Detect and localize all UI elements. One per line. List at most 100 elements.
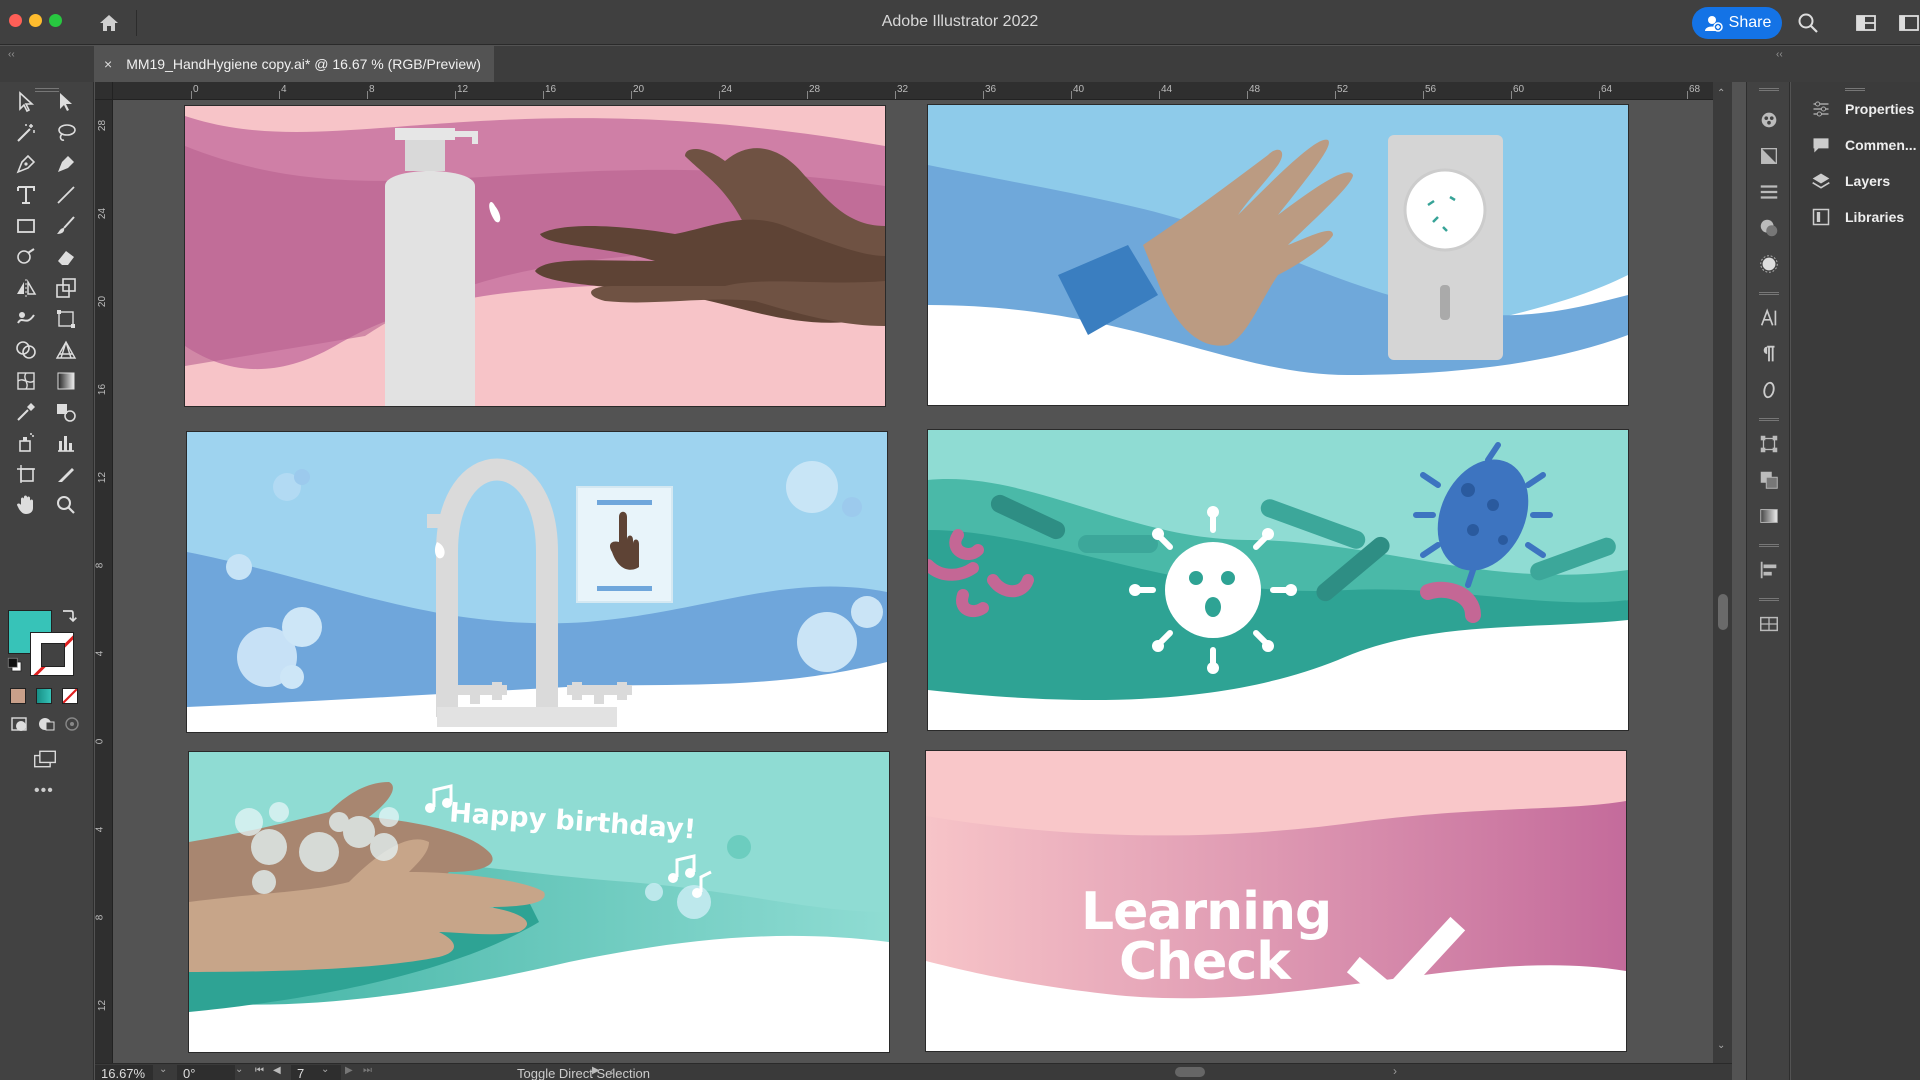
properties-panel-tab[interactable]: Properties (1791, 91, 1920, 127)
stroke-color-swatch[interactable] (30, 632, 74, 676)
color-mode-button[interactable] (10, 688, 26, 704)
pathfinder-icon[interactable] (1757, 468, 1781, 492)
warp-tool-icon[interactable] (12, 305, 40, 333)
direct-selection-tool-icon[interactable] (52, 88, 80, 116)
ruler-origin[interactable] (95, 82, 113, 100)
paintbrush-tool-icon[interactable] (52, 212, 80, 240)
document-tab[interactable]: × MM19_HandHygiene copy.ai* @ 16.67 % (R… (94, 46, 494, 82)
vertical-scrollbar[interactable]: ⌃ ⌄ (1713, 82, 1732, 1063)
home-icon[interactable] (96, 11, 122, 35)
artboards-panel-icon[interactable] (1757, 612, 1781, 636)
selection-tool-icon[interactable] (12, 88, 40, 116)
artboard-number-field[interactable]: 7 (291, 1065, 341, 1080)
libraries-panel-tab[interactable]: Libraries (1791, 199, 1920, 235)
opentype-icon[interactable] (1757, 378, 1781, 402)
shaper-tool-icon[interactable] (12, 243, 40, 271)
collapse-toolbar-icon[interactable]: ‹‹ (8, 49, 15, 60)
close-window-button[interactable] (9, 14, 22, 27)
appearance-icon[interactable] (1757, 216, 1781, 240)
rotate-dropdown-icon[interactable]: ⌄ (235, 1064, 243, 1075)
minimize-window-button[interactable] (29, 14, 42, 27)
canvas[interactable]: Happy birthday! Learning Check (95, 82, 1732, 1063)
scroll-up-icon[interactable]: ⌃ (1717, 88, 1725, 99)
slice-tool-icon[interactable] (52, 460, 80, 488)
column-graph-tool-icon[interactable] (52, 429, 80, 457)
screen-mode-icon[interactable] (30, 746, 60, 772)
perspective-grid-tool-icon[interactable] (52, 336, 80, 364)
artboard-5[interactable]: Happy birthday! (188, 751, 890, 1053)
curvature-tool-icon[interactable] (52, 150, 80, 178)
draw-inside-icon[interactable] (60, 712, 84, 736)
gradient-panel-icon[interactable] (1757, 504, 1781, 528)
eraser-tool-icon[interactable] (52, 243, 80, 271)
swap-fill-stroke-icon[interactable] (58, 606, 78, 626)
edit-toolbar-button[interactable]: ••• (34, 782, 54, 800)
previous-artboard-icon[interactable]: ◀ (273, 1065, 281, 1076)
comments-panel-tab[interactable]: Commen... (1791, 127, 1920, 163)
hand-tool-icon[interactable] (12, 491, 40, 519)
share-button[interactable]: Share (1692, 7, 1782, 39)
gradient-tool-icon[interactable] (52, 367, 80, 395)
dock-grip-4[interactable] (1759, 544, 1779, 547)
artboard-6[interactable]: Learning Check (925, 750, 1627, 1052)
type-tool-icon[interactable] (12, 181, 40, 209)
rotate-view-field[interactable]: 0° (177, 1065, 235, 1080)
rectangle-tool-icon[interactable] (12, 212, 40, 240)
collapse-panels-icon[interactable]: ‹‹ (1776, 49, 1783, 60)
magic-wand-tool-icon[interactable] (12, 119, 40, 147)
next-artboard-icon[interactable]: ▶ (345, 1065, 353, 1076)
scroll-right-icon[interactable]: › (1393, 1064, 1397, 1078)
transparency-icon[interactable] (1757, 144, 1781, 168)
dock-grip-5[interactable] (1759, 598, 1779, 601)
transform-icon[interactable] (1757, 432, 1781, 456)
artboard-tool-icon[interactable] (12, 460, 40, 488)
paragraph-icon[interactable] (1757, 342, 1781, 366)
dock-grip-2[interactable] (1759, 292, 1779, 295)
search-icon[interactable] (1796, 11, 1820, 35)
mesh-tool-icon[interactable] (12, 367, 40, 395)
artboard-1[interactable] (184, 105, 886, 407)
stroke-panel-icon[interactable] (1757, 180, 1781, 204)
horizontal-scroll-thumb[interactable] (1175, 1067, 1205, 1077)
artboard-2[interactable] (927, 104, 1629, 406)
workspace-switcher-icon[interactable] (1854, 11, 1878, 35)
draw-normal-icon[interactable] (8, 712, 32, 736)
vertical-scroll-thumb[interactable] (1718, 594, 1728, 630)
default-fill-stroke-icon[interactable] (6, 656, 24, 674)
character-icon[interactable] (1757, 306, 1781, 330)
zoom-level-field[interactable]: 16.67% (95, 1065, 153, 1080)
zoom-dropdown-icon[interactable]: ⌄ (159, 1064, 167, 1075)
eyedropper-tool-icon[interactable] (12, 398, 40, 426)
graphic-styles-icon[interactable] (1757, 252, 1781, 276)
artboard-dropdown-icon[interactable]: ⌄ (321, 1064, 329, 1075)
dock-grip-3[interactable] (1759, 418, 1779, 421)
none-mode-button[interactable] (62, 688, 78, 704)
close-tab-icon[interactable]: × (104, 56, 112, 72)
arrange-documents-icon[interactable] (1897, 11, 1920, 35)
color-guide-icon[interactable] (1757, 108, 1781, 132)
zoom-tool-icon[interactable] (52, 491, 80, 519)
layers-panel-tab[interactable]: Layers (1791, 163, 1920, 199)
scale-tool-icon[interactable] (52, 274, 80, 302)
gradient-mode-button[interactable] (36, 688, 52, 704)
scroll-left-icon[interactable]: ‹ (610, 1064, 614, 1078)
scroll-down-icon[interactable]: ⌄ (1717, 1040, 1725, 1051)
dock-grip[interactable] (1759, 88, 1779, 91)
horizontal-ruler[interactable]: 0 4 8 12 16 20 24 28 32 36 40 44 48 52 56 60 64 68 (95, 82, 1713, 100)
draw-behind-icon[interactable] (34, 712, 58, 736)
free-transform-tool-icon[interactable] (52, 305, 80, 333)
artboard-4[interactable] (927, 429, 1629, 731)
status-menu-icon[interactable]: ▶ (592, 1065, 600, 1076)
lasso-tool-icon[interactable] (52, 119, 80, 147)
align-icon[interactable] (1757, 558, 1781, 582)
zoom-window-button[interactable] (49, 14, 62, 27)
symbol-sprayer-tool-icon[interactable] (12, 429, 40, 457)
pen-tool-icon[interactable] (12, 150, 40, 178)
last-artboard-icon[interactable]: ⏭ (363, 1065, 372, 1076)
vertical-ruler[interactable]: 28 24 20 16 12 8 4 0 4 8 12 (95, 100, 113, 1063)
artboard-3[interactable] (186, 431, 888, 733)
reflect-tool-icon[interactable] (12, 274, 40, 302)
first-artboard-icon[interactable]: ⏮ (255, 1065, 264, 1076)
blend-tool-icon[interactable] (52, 398, 80, 426)
line-segment-tool-icon[interactable] (52, 181, 80, 209)
